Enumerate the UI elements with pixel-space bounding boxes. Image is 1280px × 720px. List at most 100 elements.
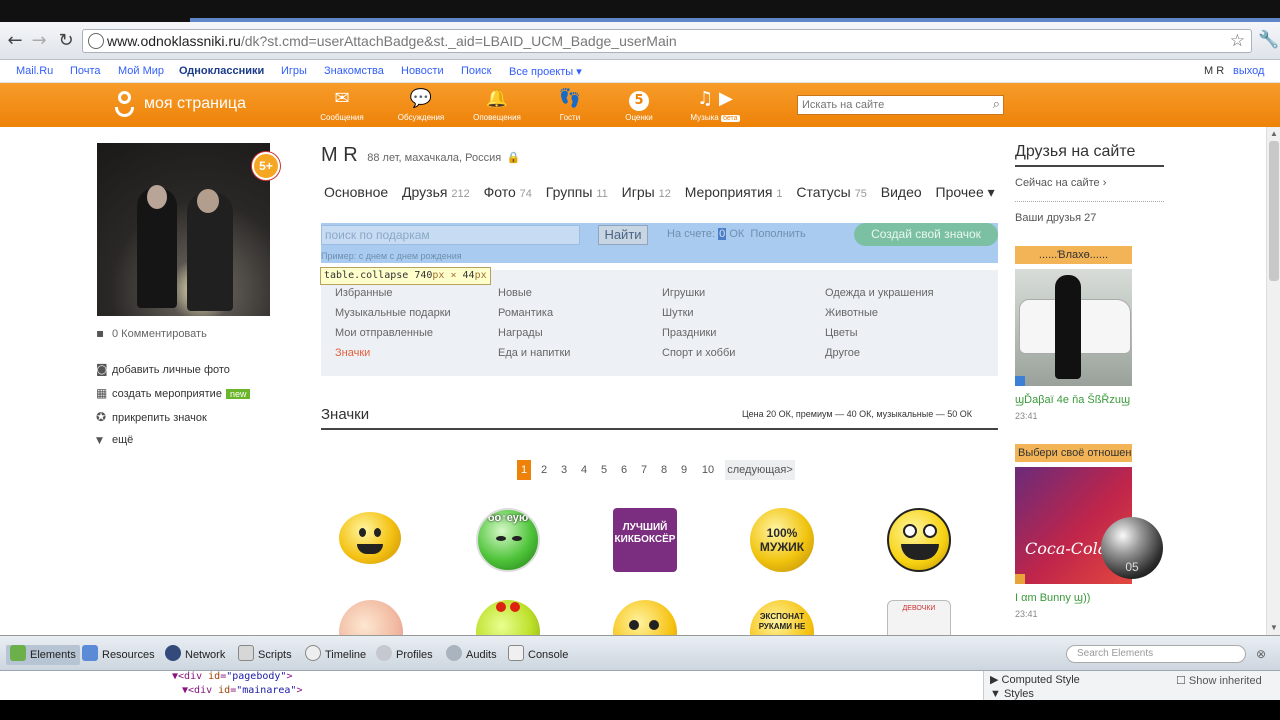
scrollbar-thumb[interactable] xyxy=(1269,141,1279,281)
portal-link-mailru[interactable]: Mail.Ru xyxy=(16,65,53,77)
badge-green-face[interactable]: бо↑еую xyxy=(476,508,540,572)
online-now-link[interactable]: Сейчас на сайте › xyxy=(1015,177,1106,189)
category-new[interactable]: Новые xyxy=(498,287,532,299)
category-badges[interactable]: Значки xyxy=(335,347,370,359)
category-animals[interactable]: Животные xyxy=(825,307,878,319)
wrench-icon[interactable]: 🔧 xyxy=(1258,30,1279,50)
your-friends-link[interactable]: Ваши друзья 27 xyxy=(1015,212,1096,224)
portal-link-dating[interactable]: Знакомства xyxy=(324,65,384,77)
category-sport[interactable]: Спорт и хобби xyxy=(662,347,735,359)
portal-link-mail[interactable]: Почта xyxy=(70,65,101,77)
ok-logo-icon[interactable] xyxy=(114,91,136,119)
devtools-tab-timeline[interactable]: Timeline xyxy=(305,645,366,665)
show-inherited-checkbox[interactable]: ☐ Show inherited xyxy=(1176,674,1262,687)
nav-notifications[interactable]: 🔔 Оповещения xyxy=(462,87,532,122)
nav-music[interactable]: ♫ ▶ Музыка бета xyxy=(680,87,750,122)
my-page-link[interactable]: моя страница xyxy=(144,95,246,113)
site-search-input[interactable] xyxy=(798,96,978,114)
category-jokes[interactable]: Шутки xyxy=(662,307,694,319)
dom-node-mainarea[interactable]: ▼<div id="mainarea"> xyxy=(182,685,302,696)
tab-games[interactable]: Игры 12 xyxy=(622,184,671,200)
tab-video[interactable]: Видео xyxy=(881,184,922,200)
page-scrollbar[interactable]: ▲ ▼ xyxy=(1266,127,1280,635)
gift-search-input[interactable]: поиск по подаркам xyxy=(321,225,580,245)
portal-link-search[interactable]: Поиск xyxy=(461,65,491,77)
devtools-search-input[interactable]: Search Elements xyxy=(1066,645,1246,663)
category-romance[interactable]: Романтика xyxy=(498,307,553,319)
category-my-sent[interactable]: Мои отправленные xyxy=(335,327,433,339)
tab-events[interactable]: Мероприятия 1 xyxy=(685,184,783,200)
tab-more[interactable]: Прочее ▾ xyxy=(936,184,995,200)
find-button[interactable]: Найти xyxy=(598,225,648,245)
category-awards[interactable]: Награды xyxy=(498,327,543,339)
devtools-tab-profiles[interactable]: Profiles xyxy=(376,645,433,665)
add-photo-link[interactable]: ◙ добавить личные фото xyxy=(96,362,230,376)
category-other[interactable]: Другое xyxy=(825,347,860,359)
category-holidays[interactable]: Праздники xyxy=(662,327,716,339)
category-food[interactable]: Еда и напитки xyxy=(498,347,570,359)
page-9[interactable]: 9 xyxy=(677,460,691,480)
devtools-tab-audits[interactable]: Audits xyxy=(446,645,497,665)
page-4[interactable]: 4 xyxy=(577,460,591,480)
next-page-link[interactable]: следующая> xyxy=(725,460,795,480)
badge-kickboxer[interactable]: ЛУЧШИЙ КИКБОКСЁР xyxy=(613,508,677,572)
tab-groups[interactable]: Группы 11 xyxy=(546,184,608,200)
nav-discussions[interactable]: 💬 Обсуждения xyxy=(386,87,456,122)
friend-name-2[interactable]: I αm Bunny ϣ)) xyxy=(1015,592,1090,604)
badge-awesome-face[interactable] xyxy=(887,508,951,572)
devtools-tab-console[interactable]: Console xyxy=(508,645,568,665)
page-1[interactable]: 1 xyxy=(517,460,531,480)
devtools-close-icon[interactable]: ⊗ xyxy=(1256,647,1266,661)
tab-statuses[interactable]: Статусы 75 xyxy=(796,184,866,200)
more-link[interactable]: ▼ ещё xyxy=(96,434,133,446)
back-icon[interactable]: ← xyxy=(4,30,26,52)
page-3[interactable]: 3 xyxy=(557,460,571,480)
tab-photos[interactable]: Фото 74 xyxy=(484,184,532,200)
page-2[interactable]: 2 xyxy=(537,460,551,480)
devtools-tab-resources[interactable]: Resources xyxy=(82,645,155,665)
portal-link-all-projects[interactable]: Все проекты ▾ xyxy=(509,65,582,78)
tab-friends[interactable]: Друзья 212 xyxy=(402,184,470,200)
page-6[interactable]: 6 xyxy=(617,460,631,480)
tab-main[interactable]: Основное xyxy=(324,184,388,200)
address-bar[interactable]: www.odnoklassniki.ru/dk?st.cmd=userAttac… xyxy=(82,29,1252,53)
badge-100-man[interactable]: 100% МУЖИК xyxy=(750,508,814,572)
category-clothes[interactable]: Одежда и украшения xyxy=(825,287,934,299)
portal-link-games[interactable]: Игры xyxy=(281,65,307,77)
devtools-tab-elements[interactable]: Elements xyxy=(6,645,80,665)
friend-name-1[interactable]: ϣĎаβаї 4е ňа ŠßŘzuϣ xyxy=(1015,394,1130,406)
search-icon[interactable]: ⌕ xyxy=(993,97,1000,112)
nav-guests[interactable]: 👣 Гости xyxy=(535,87,605,122)
friend-photo-1[interactable] xyxy=(1015,269,1132,386)
devtools-tab-scripts[interactable]: Scripts xyxy=(238,645,292,665)
comment-link[interactable]: ▪ 0 Комментировать xyxy=(96,326,207,340)
portal-link-news[interactable]: Новости xyxy=(401,65,444,77)
category-toys[interactable]: Игрушки xyxy=(662,287,705,299)
page-8[interactable]: 8 xyxy=(657,460,671,480)
avatar[interactable] xyxy=(97,143,270,316)
create-event-link[interactable]: ▦ создать мероприятие new xyxy=(96,386,251,400)
attach-badge-link[interactable]: ✪ прикрепить значок xyxy=(96,410,207,424)
portal-username[interactable]: M R xyxy=(1204,65,1224,77)
category-music-gifts[interactable]: Музыкальные подарки xyxy=(335,307,451,319)
topup-link[interactable]: Пополнить xyxy=(750,228,805,240)
page-7[interactable]: 7 xyxy=(637,460,651,480)
dom-node-pagebody[interactable]: ▼<div id="pagebody"> xyxy=(172,671,292,682)
category-flowers[interactable]: Цветы xyxy=(825,327,858,339)
reload-icon[interactable]: ↻ xyxy=(55,30,77,52)
styles-section[interactable]: ▼ Styles xyxy=(990,688,1034,700)
badge-smiley[interactable] xyxy=(339,512,401,564)
forward-icon[interactable]: → xyxy=(28,30,50,52)
page-10[interactable]: 10 xyxy=(697,460,719,480)
page-5[interactable]: 5 xyxy=(597,460,611,480)
create-badge-button[interactable]: Создай свой значок xyxy=(854,223,998,246)
logout-link[interactable]: выход xyxy=(1233,65,1264,77)
devtools-tab-network[interactable]: Network xyxy=(165,645,225,665)
category-favorites[interactable]: Избранные xyxy=(335,287,393,299)
computed-style-section[interactable]: ▶ Computed Style xyxy=(990,673,1080,686)
portal-link-myworld[interactable]: Мой Мир xyxy=(118,65,164,77)
portal-link-odnoklassniki[interactable]: Одноклассники xyxy=(179,65,264,77)
nav-messages[interactable]: ✉ Сообщения xyxy=(307,87,377,122)
bookmark-star-icon[interactable]: ☆ xyxy=(1230,31,1245,51)
nav-ratings[interactable]: 5 Оценки xyxy=(604,87,674,122)
